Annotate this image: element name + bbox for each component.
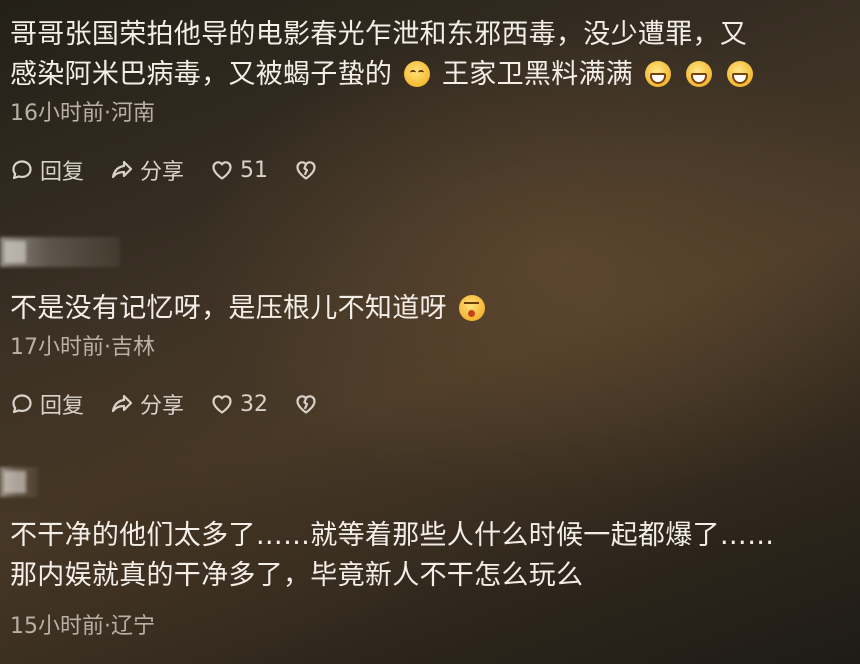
share-button[interactable]: 分享 bbox=[110, 388, 184, 420]
grin-emoji-icon bbox=[685, 61, 712, 87]
comment-text-line-1: 不干净的他们太多了……就等着那些人什么时候一起都爆了…… bbox=[10, 520, 775, 551]
comment-meta: 16小时前·河南 bbox=[10, 101, 155, 126]
comment-actions: 回复 分享 51 bbox=[10, 155, 860, 185]
reply-label: 回复 bbox=[40, 394, 85, 419]
smile-emoji-icon bbox=[404, 61, 431, 87]
reply-icon bbox=[12, 394, 32, 414]
reply-label: 回复 bbox=[40, 160, 85, 185]
comment-text-line-1: 哥哥张国荣拍他导的电影春光乍泄和东邪西毒，没少遭罪，又 bbox=[10, 19, 748, 50]
like-count: 32 bbox=[240, 391, 269, 417]
share-button[interactable]: 分享 bbox=[110, 154, 184, 186]
broken-heart-icon bbox=[296, 161, 316, 180]
comment-text-line-2: 那内娱就真的干净多了，毕竟新人不干怎么玩么 bbox=[10, 560, 584, 591]
comment-text-line-2: 感染阿米巴病毒，又被蝎子蛰的 bbox=[10, 59, 393, 90]
heart-icon bbox=[212, 395, 232, 414]
comment-text: 不是没有记忆呀，是压根儿不知道呀 bbox=[10, 289, 860, 329]
comment-1: 哥哥张国荣拍他导的电影春光乍泄和东邪西毒，没少遭罪，又 感染阿米巴病毒，又被蝎子… bbox=[10, 15, 860, 185]
comment-meta: 15小时前·辽宁 bbox=[10, 614, 155, 639]
comment-3: 不干净的他们太多了……就等着那些人什么时候一起都爆了…… 那内娱就真的干净多了，… bbox=[10, 516, 860, 642]
comment-text: 不干净的他们太多了……就等着那些人什么时候一起都爆了…… 那内娱就真的干净多了，… bbox=[10, 516, 860, 596]
like-button[interactable]: 32 bbox=[210, 392, 268, 417]
blurred-avatar bbox=[0, 237, 120, 267]
share-label: 分享 bbox=[140, 160, 185, 185]
blush-emoji-icon bbox=[458, 295, 485, 321]
blurred-avatar bbox=[0, 467, 38, 497]
reply-icon bbox=[12, 160, 32, 180]
comment-meta: 17小时前·吉林 bbox=[10, 335, 155, 360]
broken-heart-icon bbox=[296, 395, 316, 414]
grin-emoji-icon bbox=[726, 61, 753, 87]
reply-button[interactable]: 回复 bbox=[10, 154, 84, 186]
comment-actions: 回复 分享 32 bbox=[10, 389, 860, 419]
comment-text-line-3: 王家卫黑料满满 bbox=[441, 59, 634, 90]
reply-button[interactable]: 回复 bbox=[10, 388, 84, 420]
share-icon bbox=[111, 394, 133, 413]
share-icon bbox=[111, 160, 133, 179]
like-button[interactable]: 51 bbox=[210, 158, 268, 183]
like-count: 51 bbox=[240, 157, 269, 183]
dislike-button[interactable] bbox=[294, 158, 318, 182]
comment-text-line-1: 不是没有记忆呀，是压根儿不知道呀 bbox=[10, 293, 447, 324]
grin-emoji-icon bbox=[644, 61, 671, 87]
dislike-button[interactable] bbox=[294, 392, 318, 416]
comment-text: 哥哥张国荣拍他导的电影春光乍泄和东邪西毒，没少遭罪，又 感染阿米巴病毒，又被蝎子… bbox=[10, 15, 860, 95]
share-label: 分享 bbox=[140, 394, 185, 419]
comment-2: 不是没有记忆呀，是压根儿不知道呀 17小时前·吉林 回复 分享 32 bbox=[10, 289, 860, 419]
heart-icon bbox=[212, 161, 232, 180]
